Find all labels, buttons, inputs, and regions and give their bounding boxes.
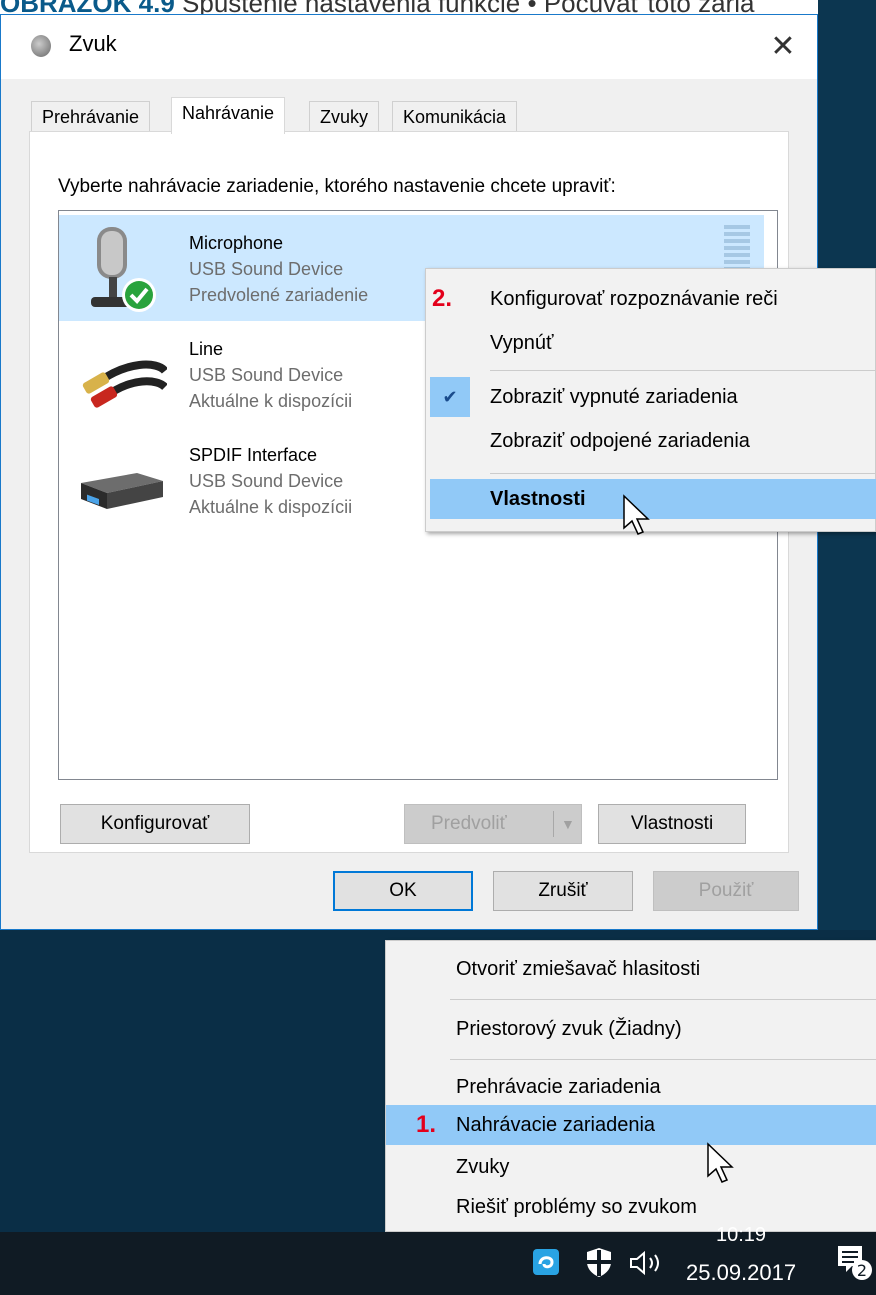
- chevron-down-icon[interactable]: ▼: [561, 805, 575, 843]
- menu-item-label: Nahrávacie zariadenia: [456, 1114, 656, 1136]
- check-icon: ✔: [430, 377, 470, 417]
- tab-playback[interactable]: Prehrávanie: [31, 101, 151, 133]
- volume-icon[interactable]: [628, 1250, 668, 1276]
- set-default-label: Predvoliť: [431, 813, 507, 834]
- menu-item-volume-mixer[interactable]: Otvoriť zmiešavač hlasitosti: [386, 949, 876, 989]
- menu-item-label: Zvuky: [456, 1156, 510, 1178]
- menu-item-label: Prehrávacie zariadenia: [456, 1076, 661, 1098]
- menu-item-troubleshoot[interactable]: Riešiť problémy so zvukom: [386, 1187, 876, 1227]
- menu-item-label: Zobraziť vypnuté zariadenia: [490, 386, 738, 408]
- device-status: Aktuálne k dispozícii: [189, 497, 353, 517]
- clock-time[interactable]: 10:19: [716, 1224, 766, 1247]
- apply-button[interactable]: Použiť: [653, 871, 799, 911]
- rca-cable-icon: [82, 360, 167, 408]
- set-default-button[interactable]: Predvoliť ▼: [404, 804, 582, 844]
- close-button[interactable]: ✕: [763, 27, 803, 67]
- figure-caption: OBRÁZOK 4.9 Spustenie nastavenia funkcie…: [0, 0, 876, 14]
- tray-sound-menu: Otvoriť zmiešavač hlasitosti Priestorový…: [385, 940, 876, 1232]
- mouse-cursor-icon: [623, 494, 650, 535]
- menu-item-show-disabled[interactable]: ✔ Zobraziť vypnuté zariadenia: [426, 377, 875, 417]
- device-driver: USB Sound Device: [189, 471, 344, 491]
- configure-button[interactable]: Konfigurovať: [60, 804, 250, 844]
- menu-item-label: Riešiť problémy so zvukom: [456, 1196, 697, 1218]
- menu-item-sounds[interactable]: Zvuky: [386, 1147, 876, 1187]
- tab-recording[interactable]: Nahrávanie: [171, 97, 286, 134]
- menu-item-label: Priestorový zvuk (Žiadny): [456, 1018, 682, 1040]
- caption-text: Spustenie nastavenia funkcie • Počúvať t…: [175, 0, 754, 14]
- device-status: Predvolené zariadenie: [189, 285, 369, 305]
- menu-item-disable[interactable]: Vypnúť: [426, 323, 875, 363]
- menu-item-recording-devices[interactable]: 1. Nahrávacie zariadenia: [386, 1105, 876, 1145]
- instruction-text: Vyberte nahrávacie zariadenie, ktorého n…: [58, 176, 616, 197]
- menu-item-label: Konfigurovať rozpoznávanie reči: [490, 288, 778, 310]
- device-context-menu: 2. Konfigurovať rozpoznávanie reči Vypnú…: [425, 268, 876, 532]
- title-bar[interactable]: Zvuk ✕: [1, 15, 817, 79]
- caption-prefix: OBRÁZOK 4.9: [0, 0, 175, 14]
- taskbar: 10:19 25.09.2017 2: [0, 1224, 876, 1295]
- mouse-cursor-icon: [707, 1142, 734, 1183]
- properties-button[interactable]: Vlastnosti: [598, 804, 746, 844]
- speaker-icon: [31, 35, 51, 57]
- menu-item-spatial-sound[interactable]: Priestorový zvuk (Žiadny): [386, 1009, 876, 1049]
- action-center-icon[interactable]: 2: [834, 1242, 874, 1282]
- menu-item-label: Zobraziť odpojené zariadenia: [490, 430, 750, 452]
- app-tray-icon[interactable]: [532, 1248, 560, 1276]
- device-name: Line: [189, 339, 224, 359]
- menu-item-label: Vypnúť: [490, 332, 554, 354]
- device-driver: USB Sound Device: [189, 259, 344, 279]
- menu-item-configure-speech[interactable]: Konfigurovať rozpoznávanie reči: [426, 279, 875, 319]
- menu-item-label: Vlastnosti: [490, 488, 586, 510]
- ok-button[interactable]: OK: [333, 871, 473, 911]
- tab-sounds[interactable]: Zvuky: [309, 101, 380, 133]
- step-1-marker: 1.: [416, 1111, 437, 1138]
- dialog-title: Zvuk: [69, 31, 117, 56]
- microphone-icon: [91, 227, 156, 312]
- menu-item-label: Otvoriť zmiešavač hlasitosti: [456, 958, 701, 980]
- security-shield-icon[interactable]: [584, 1246, 614, 1278]
- tab-communications[interactable]: Komunikácia: [392, 101, 518, 133]
- menu-item-show-disconnected[interactable]: Zobraziť odpojené zariadenia: [426, 421, 875, 461]
- notification-count: 2: [857, 1261, 867, 1280]
- device-name: SPDIF Interface: [189, 445, 318, 465]
- menu-item-playback-devices[interactable]: Prehrávacie zariadenia: [386, 1067, 876, 1107]
- clock-date[interactable]: 25.09.2017: [686, 1260, 796, 1286]
- cancel-button[interactable]: Zrušiť: [493, 871, 633, 911]
- audio-interface-icon: [81, 473, 163, 509]
- device-driver: USB Sound Device: [189, 365, 344, 385]
- menu-item-properties[interactable]: Vlastnosti: [430, 479, 876, 519]
- device-name: Microphone: [189, 233, 284, 253]
- device-status: Aktuálne k dispozícii: [189, 391, 353, 411]
